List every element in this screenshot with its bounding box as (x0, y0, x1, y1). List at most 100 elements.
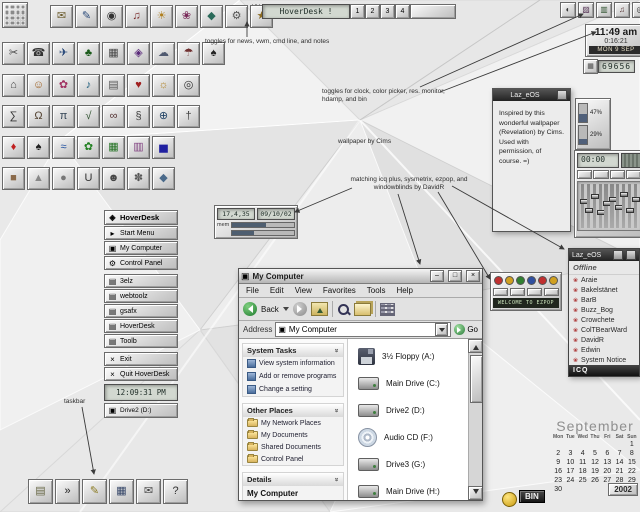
task-link[interactable]: Add or remove programs (243, 370, 343, 383)
note-icon[interactable]: ♪ (77, 74, 100, 97)
diamond-icon[interactable]: ◈ (127, 42, 150, 65)
eq-slider[interactable] (579, 184, 588, 228)
leaf-icon[interactable]: ✿ (77, 136, 100, 159)
help-icon[interactable]: ? (163, 479, 188, 504)
vwm-icon[interactable]: ▦ (109, 479, 134, 504)
mail2-icon[interactable]: ✉ (136, 479, 161, 504)
contact-item[interactable]: ❀ DavidR (569, 335, 639, 345)
eq-slider[interactable] (585, 184, 594, 228)
home-icon[interactable]: ⌂ (2, 74, 25, 97)
menu-item[interactable]: ▤ gsafx (104, 304, 178, 318)
eq-slider[interactable] (591, 184, 600, 228)
umbrella-icon[interactable]: ☂ (177, 42, 200, 65)
counter-icon[interactable]: ▦ (583, 59, 598, 74)
address-input[interactable]: ▣ My Computer (275, 322, 452, 337)
maximize-button[interactable]: □ (448, 270, 462, 282)
camera-icon[interactable]: ◉ (100, 5, 123, 28)
place-link[interactable]: My Documents (243, 429, 343, 441)
menu-bar-item[interactable]: File (241, 286, 264, 295)
menu-item[interactable]: × Exit (104, 352, 178, 366)
scroll-up-button[interactable] (468, 339, 482, 353)
laz-titlebar[interactable]: Laz_eOS (493, 89, 570, 101)
drive-item[interactable]: Main Drive (H:) (358, 478, 468, 500)
cube-icon[interactable]: ◆ (152, 167, 175, 190)
bin-toggle-icon[interactable]: ◎ (632, 2, 640, 18)
contact-item[interactable]: ❀ Bakelstänet (569, 285, 639, 295)
contact-item[interactable]: ❀ Araie (569, 275, 639, 285)
menu-bar-item[interactable]: Favorites (318, 286, 361, 295)
cmd-icon[interactable]: » (55, 479, 80, 504)
plane-icon[interactable]: ✈ (52, 42, 75, 65)
menu-drive[interactable]: ▣ Drive2 (D:) (104, 403, 178, 418)
vertical-scrollbar[interactable] (468, 339, 482, 500)
club-icon[interactable]: ♣ (77, 42, 100, 65)
indicator-dot[interactable] (527, 276, 536, 285)
page-button[interactable]: 4 (395, 4, 410, 19)
task-link[interactable]: Change a setting (243, 383, 343, 396)
bin-ball-icon[interactable] (502, 492, 517, 507)
eq-slider[interactable] (597, 184, 606, 228)
next-button[interactable] (625, 170, 640, 179)
eq-knob[interactable] (632, 197, 640, 203)
sphere-icon[interactable]: ● (52, 167, 75, 190)
menu-bar-item[interactable]: Help (391, 286, 417, 295)
go-button[interactable]: Go (454, 324, 478, 335)
place-link[interactable]: My Network Places (243, 417, 343, 429)
page-button[interactable]: 2 (365, 4, 380, 19)
sun-icon[interactable]: ☀ (150, 5, 173, 28)
forward-button[interactable] (292, 302, 307, 316)
drive-item[interactable]: Audio CD (F:) (358, 424, 468, 451)
target-icon[interactable]: ◎ (177, 74, 200, 97)
views-button[interactable] (379, 302, 395, 316)
news-icon[interactable]: ▤ (28, 479, 53, 504)
grid-launcher-icon[interactable] (2, 2, 28, 28)
root-icon[interactable]: √ (77, 105, 100, 128)
mail-icon[interactable]: ✉ (50, 5, 73, 28)
indicator-dot[interactable] (494, 276, 503, 285)
scissors-icon[interactable]: ✂ (2, 42, 25, 65)
back-dropdown-icon[interactable] (282, 307, 289, 314)
section-header[interactable]: Other Places « (243, 404, 343, 417)
page-button[interactable]: 1 (350, 4, 365, 19)
menu-item[interactable]: × Quit HoverDesk (104, 367, 178, 381)
music-icon[interactable]: ♫ (125, 5, 148, 28)
pi-icon[interactable]: π (52, 105, 75, 128)
icq-button[interactable]: ICQ (569, 365, 639, 376)
drive-item[interactable]: Main Drive (C:) (358, 370, 468, 397)
close-button[interactable] (557, 90, 567, 100)
eq-slider[interactable] (632, 184, 640, 228)
ezpop-button[interactable] (527, 288, 542, 296)
clock-toggle-icon[interactable]: ◐ (560, 2, 576, 18)
play-button[interactable] (577, 170, 593, 179)
box-icon[interactable]: ■ (2, 167, 25, 190)
sun2-icon[interactable]: ☼ (152, 74, 175, 97)
scrollbar-thumb[interactable] (470, 355, 482, 403)
blocks-icon[interactable]: ▅ (152, 136, 175, 159)
eq-slider[interactable] (608, 184, 617, 228)
menu-item[interactable]: ▣ My Computer (104, 241, 178, 255)
notes-icon[interactable]: ✎ (82, 479, 107, 504)
scroll-down-button[interactable] (468, 486, 482, 500)
task-link[interactable]: View system information (243, 357, 343, 370)
palette-icon[interactable]: ▥ (127, 136, 150, 159)
ezpop-button[interactable] (510, 288, 525, 296)
explorer-titlebar[interactable]: ▣ My Computer – □ × (239, 269, 482, 284)
pencil-icon[interactable]: ✎ (75, 5, 98, 28)
place-link[interactable]: Shared Documents (243, 441, 343, 453)
drive-item[interactable]: Drive3 (G:) (358, 451, 468, 478)
up-button[interactable] (310, 302, 328, 316)
colorpicker-icon[interactable]: ▨ (578, 2, 594, 18)
section-icon[interactable]: § (127, 105, 150, 128)
drive-item[interactable]: Drive2 (D:) (358, 397, 468, 424)
eq-slider[interactable] (602, 184, 611, 228)
resmonitor-icon[interactable]: ▥ (596, 2, 612, 18)
indicator-dot[interactable] (538, 276, 547, 285)
grid-icon[interactable]: ▦ (102, 42, 125, 65)
gem-icon[interactable]: ◆ (200, 5, 223, 28)
infinity-icon[interactable]: ∞ (102, 105, 125, 128)
menu-item[interactable]: ⚙ Control Panel (104, 256, 178, 270)
scrollbar-track[interactable] (469, 353, 482, 486)
contact-item[interactable]: ❀ System Notice (569, 355, 639, 365)
hoverdesk-menu-title[interactable]: ◈ HoverDesk (104, 210, 178, 225)
smiley-icon[interactable]: ☺ (27, 74, 50, 97)
